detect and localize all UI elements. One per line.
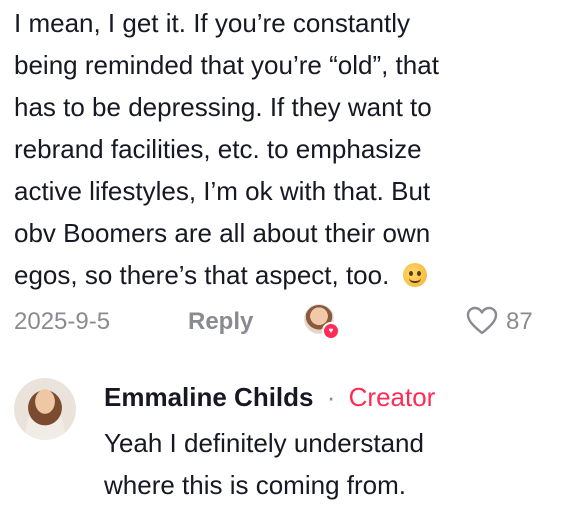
comment-line-last: egos, so there’s that aspect, too.	[14, 254, 554, 296]
creator-badge: Creator	[348, 382, 436, 412]
reply-text: Yeah I definitely understand where this …	[104, 422, 544, 506]
comment-date: 2025-9-5	[14, 308, 111, 335]
comment-line: rebrand facilities, etc. to emphasize	[14, 134, 422, 164]
liked-by-creator-icon: ♥	[304, 304, 340, 340]
comment-line: active lifestyles, I’m ok with that. But	[14, 176, 431, 206]
smile-emoji-icon	[402, 263, 427, 287]
heart-outline-icon[interactable]	[466, 306, 498, 336]
like-count: 87	[506, 308, 533, 335]
reply-author-name[interactable]: Emmaline Childs	[104, 382, 314, 412]
heart-badge-icon: ♥	[322, 322, 340, 340]
comment-text: I mean, I get it. If you’re constantly b…	[14, 2, 554, 296]
comment-meta-row: 2025-9-5 Reply ♥ 87	[14, 302, 554, 342]
reply-author-line: Emmaline Childs · Creator	[104, 382, 435, 413]
reply-avatar[interactable]	[14, 378, 76, 440]
reply-line: where this is coming from.	[104, 470, 406, 500]
comment-line: obv Boomers are all about their own	[14, 218, 431, 248]
reply-line: Yeah I definitely understand	[104, 428, 424, 458]
reply-button[interactable]: Reply	[188, 308, 253, 336]
comment-line: egos, so there’s that aspect, too.	[14, 260, 390, 290]
comment-line: has to be depressing. If they want to	[14, 92, 432, 122]
comment-line: I mean, I get it. If you’re constantly	[14, 8, 410, 38]
reply-comment: Emmaline Childs · Creator Yeah I definit…	[14, 378, 554, 506]
separator-dot: ·	[326, 382, 336, 412]
comment-line: being reminded that you’re “old”, that	[14, 50, 439, 80]
